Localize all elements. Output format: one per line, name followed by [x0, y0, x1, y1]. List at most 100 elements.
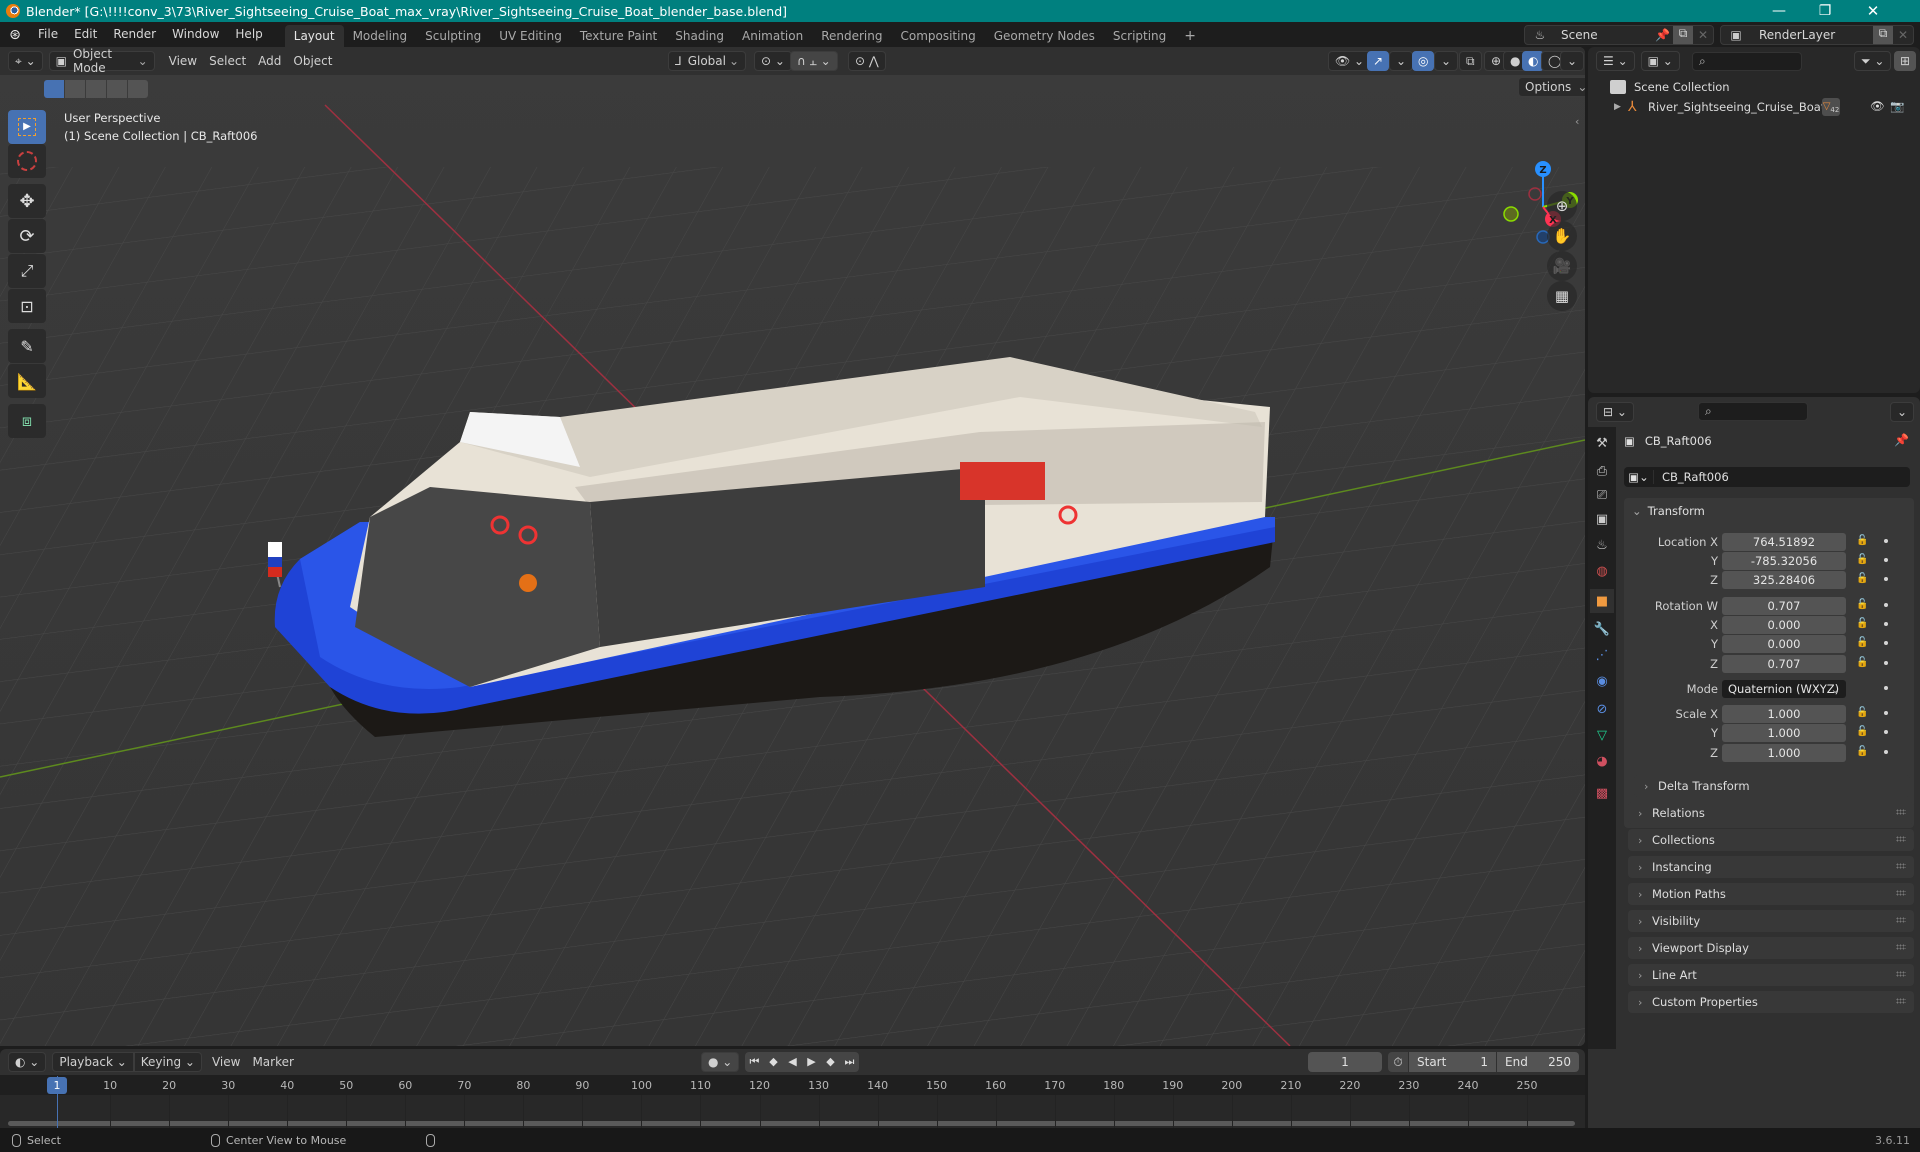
scene-tab-icon[interactable]: ♨	[1590, 533, 1614, 557]
display-mode-dropdown[interactable]: ☰ ⌄	[1596, 51, 1635, 71]
location-y-field[interactable]: -785.32056	[1722, 552, 1846, 570]
rotation-z-field[interactable]: 0.707	[1722, 655, 1846, 673]
rotation-y-field[interactable]: 0.000	[1722, 635, 1846, 653]
properties-options-dropdown[interactable]: ⌄	[1890, 402, 1915, 422]
lock-icon[interactable]: 🔓	[1856, 573, 1868, 586]
render-tab-icon[interactable]: ⎙	[1590, 459, 1614, 483]
timeline-scrollbar[interactable]	[8, 1121, 1575, 1126]
tab-rendering[interactable]: Rendering	[812, 25, 891, 47]
camera-view-icon[interactable]: 🎥	[1547, 251, 1577, 281]
tab-modeling[interactable]: Modeling	[344, 25, 417, 47]
menu-help[interactable]: Help	[227, 22, 270, 47]
menu-edit[interactable]: Edit	[66, 22, 105, 47]
menu-view[interactable]: View	[163, 51, 203, 71]
visibility-eye-icon[interactable]: 👁	[1870, 99, 1885, 113]
lock-icon[interactable]: 🔓	[1856, 637, 1868, 650]
view-layer-selector[interactable]: ▣ RenderLayer ⧉ ✕	[1720, 25, 1914, 45]
select-extend-icon[interactable]	[65, 80, 85, 98]
start-frame-field[interactable]: Start 1	[1409, 1052, 1496, 1072]
menu-object[interactable]: Object	[287, 51, 338, 71]
menu-view[interactable]: View	[206, 1052, 246, 1072]
tool-select-box[interactable]: ▶	[8, 110, 46, 144]
scale-z-field[interactable]: 1.000	[1722, 744, 1846, 762]
tab-shading[interactable]: Shading	[666, 25, 733, 47]
lock-icon[interactable]: 🔓	[1856, 554, 1868, 567]
current-frame-field[interactable]: 1	[1308, 1052, 1382, 1072]
properties-search-input[interactable]: ⌕	[1698, 402, 1808, 421]
keyframe-dot[interactable]	[1884, 661, 1888, 665]
blender-menu-icon[interactable]: ⊛	[0, 27, 30, 43]
jump-end-icon[interactable]: ⏭	[840, 1052, 859, 1072]
transform-orientation-dropdown[interactable]: ⅃ Global ⌄	[668, 51, 746, 71]
pin-icon[interactable]: 📌	[1655, 28, 1673, 42]
tool-transform[interactable]: ⊡	[8, 289, 46, 323]
modifier-tab-icon[interactable]: 🔧	[1590, 617, 1614, 641]
pivot-point-dropdown[interactable]: ⊙ ⌄	[754, 51, 792, 71]
panel-visibility[interactable]: › Visibility	[1628, 910, 1914, 932]
shading-dropdown[interactable]: ⌄	[1560, 51, 1585, 71]
play-icon[interactable]: ▶	[802, 1052, 821, 1072]
tool-cursor[interactable]	[8, 144, 46, 178]
overlay-dropdown[interactable]: ⌄	[1434, 51, 1459, 71]
timeline-editor-type[interactable]: ◐ ⌄	[8, 1052, 47, 1072]
options-dropdown[interactable]: Options ⌄	[1518, 77, 1585, 97]
keyframe-dot[interactable]	[1884, 686, 1888, 690]
tab-uv-editing[interactable]: UV Editing	[490, 25, 571, 47]
view-layer-name[interactable]: RenderLayer	[1751, 28, 1873, 42]
panel-collections[interactable]: › Collections	[1628, 829, 1914, 851]
tab-animation[interactable]: Animation	[733, 25, 812, 47]
drag-handle[interactable]	[1896, 917, 1906, 923]
physics-tab-icon[interactable]: ◉	[1590, 669, 1614, 693]
delta-transform-subpanel[interactable]: › Delta Transform	[1634, 775, 1910, 797]
tool-move[interactable]: ✥	[8, 184, 46, 218]
object-data-dropdown[interactable]: ▣⌄	[1624, 470, 1654, 484]
tab-geometry-nodes[interactable]: Geometry Nodes	[985, 25, 1104, 47]
sidebar-toggle-icon[interactable]: ‹	[1575, 115, 1579, 128]
drag-handle[interactable]	[1896, 863, 1906, 869]
play-reverse-icon[interactable]: ◀	[783, 1052, 802, 1072]
texture-tab-icon[interactable]: ▩	[1590, 781, 1614, 805]
close-button[interactable]: ✕	[1850, 0, 1896, 22]
drag-handle[interactable]	[1896, 998, 1906, 1004]
select-subtract-icon[interactable]	[86, 80, 106, 98]
particles-tab-icon[interactable]: ⋰	[1590, 643, 1614, 667]
lock-icon[interactable]: 🔓	[1856, 599, 1868, 612]
constraints-tab-icon[interactable]: ⊘	[1590, 697, 1614, 721]
object-tab-icon[interactable]: ■	[1590, 589, 1614, 613]
zoom-icon[interactable]: ⊕	[1547, 191, 1577, 221]
drag-handle[interactable]	[1896, 890, 1906, 896]
menu-render[interactable]: Render	[105, 22, 164, 47]
next-keyframe-icon[interactable]: ◆	[821, 1052, 840, 1072]
rotation-w-field[interactable]: 0.707	[1722, 597, 1846, 615]
drag-handle[interactable]	[1896, 809, 1906, 815]
panel-instancing[interactable]: › Instancing	[1628, 856, 1914, 878]
tool-measure[interactable]: 📐	[8, 364, 46, 398]
panel-relations[interactable]: › Relations	[1628, 802, 1914, 824]
tool-tab-icon[interactable]: ⚒	[1590, 431, 1614, 455]
tab-scripting[interactable]: Scripting	[1104, 25, 1175, 47]
ortho-grid-icon[interactable]: ▦	[1547, 281, 1577, 311]
scale-y-field[interactable]: 1.000	[1722, 724, 1846, 742]
filter-view-layer-dropdown[interactable]: ▣ ⌄	[1640, 51, 1680, 71]
menu-playback[interactable]: Playback ⌄	[52, 1052, 134, 1072]
select-new-icon[interactable]	[44, 80, 64, 98]
scene-name[interactable]: Scene	[1555, 28, 1655, 42]
end-frame-field[interactable]: End 250	[1497, 1052, 1579, 1072]
menu-select[interactable]: Select	[203, 51, 252, 71]
output-tab-icon[interactable]: ⎚	[1590, 483, 1614, 507]
keyframe-dot[interactable]	[1884, 577, 1888, 581]
lock-icon[interactable]: 🔓	[1856, 707, 1868, 720]
view-layer-tab-icon[interactable]: ▣	[1590, 507, 1614, 531]
maximize-button[interactable]: ❐	[1802, 0, 1848, 22]
properties-editor-type[interactable]: ⊟ ⌄	[1596, 402, 1634, 422]
keyframe-dot[interactable]	[1884, 750, 1888, 754]
outliner-filter-dropdown[interactable]: ⏷ ⌄	[1854, 51, 1892, 71]
lock-icon[interactable]: 🔓	[1856, 726, 1868, 739]
keyframe-dot[interactable]	[1884, 603, 1888, 607]
keyframe-dot[interactable]	[1884, 539, 1888, 543]
drag-handle[interactable]	[1896, 944, 1906, 950]
tool-add-cube[interactable]: ⧈	[8, 404, 46, 438]
panel-line-art[interactable]: › Line Art	[1628, 964, 1914, 986]
panel-motion-paths[interactable]: › Motion Paths	[1628, 883, 1914, 905]
gizmo-toggle[interactable]: ↗	[1367, 51, 1390, 71]
